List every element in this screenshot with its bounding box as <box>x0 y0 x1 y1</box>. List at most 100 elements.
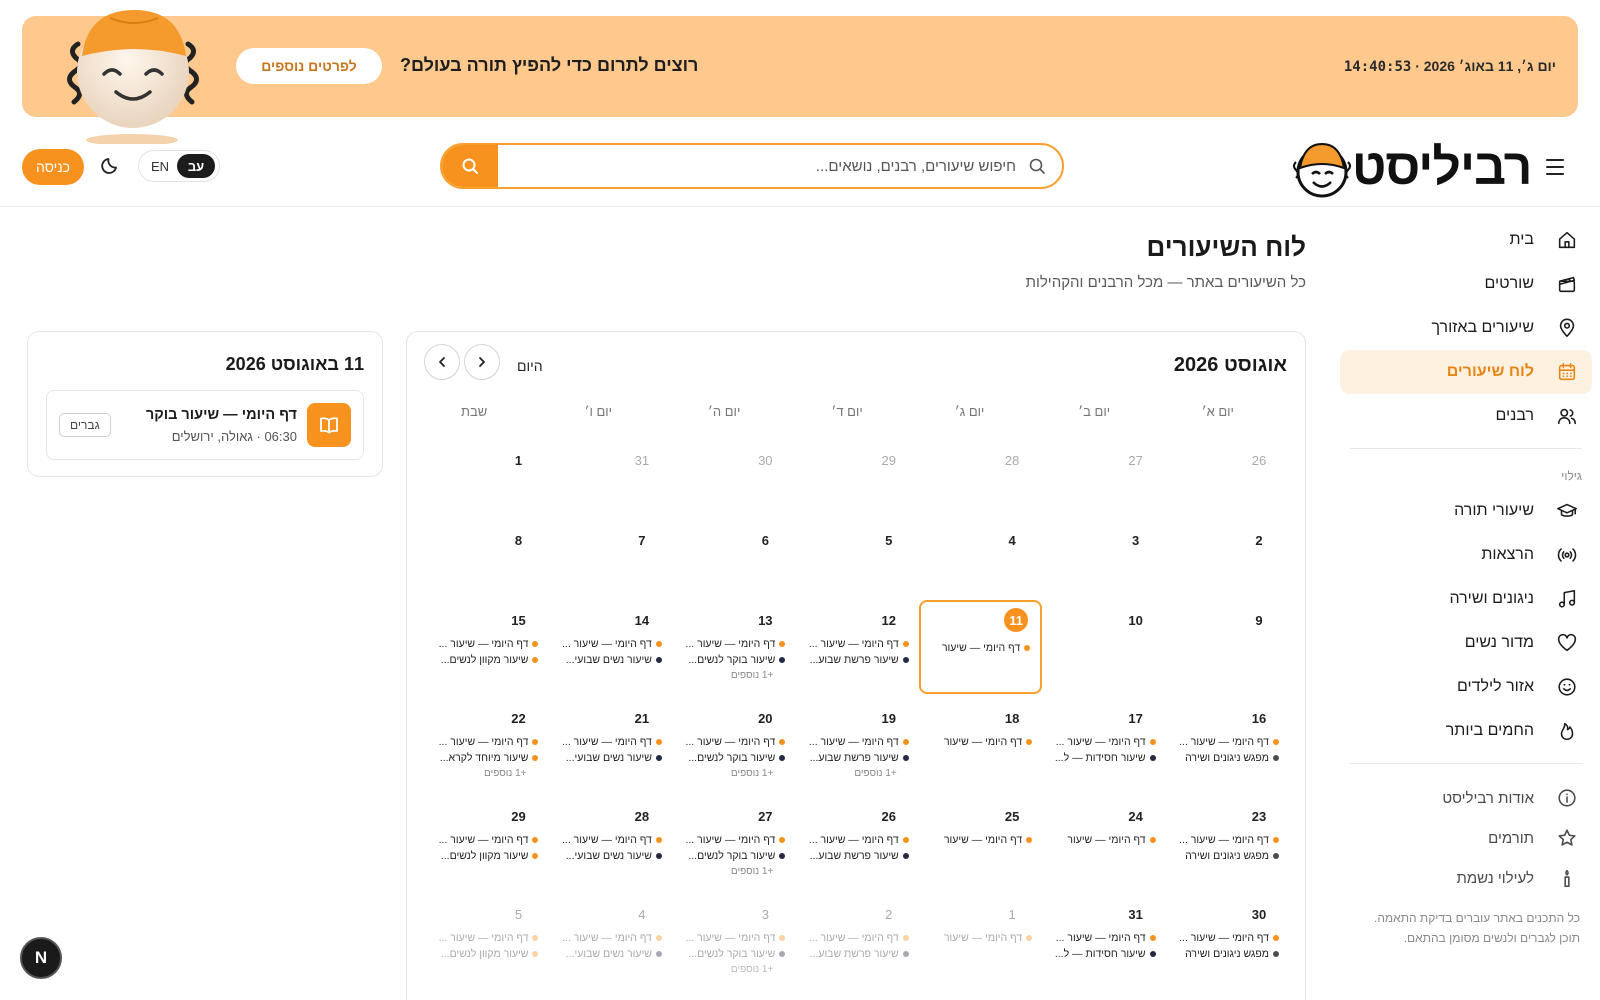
calendar-day-cell[interactable]: 27 <box>1042 438 1165 518</box>
calendar-event[interactable]: דף היומי — שיעור ... <box>434 734 539 750</box>
sidebar-item[interactable]: מדור נשים <box>1340 621 1592 665</box>
calendar-day-cell[interactable]: 1 <box>425 438 548 518</box>
calendar-event[interactable]: דף היומי — שיעור ... <box>434 636 539 652</box>
calendar-day-cell[interactable]: 12 דף היומי — שיעור ... שיעור פרשת שבוע... <box>795 598 918 696</box>
calendar-event[interactable]: שיעור בוקר לנשים... <box>681 848 786 864</box>
calendar-day-cell[interactable]: 25 דף היומי — שיעור <box>919 794 1042 892</box>
calendar-day-cell[interactable]: 1 דף היומי — שיעור <box>919 892 1042 990</box>
calendar-day-cell[interactable]: 2 דף היומי — שיעור ... שיעור פרשת שבוע... <box>795 892 918 990</box>
hamburger-menu-icon[interactable] <box>1541 154 1569 180</box>
calendar-event[interactable]: דף היומי — שיעור ... <box>558 636 662 652</box>
calendar-event[interactable]: מפגש ניגונים ושירה <box>1175 848 1279 864</box>
sidebar-item[interactable]: החמים ביותר <box>1340 709 1592 753</box>
calendar-event[interactable]: דף היומי — שיעור ... <box>681 636 786 652</box>
calendar-event[interactable]: שיעור פרשת שבוע... <box>805 652 909 668</box>
calendar-day-cell[interactable]: 9 <box>1166 598 1289 696</box>
calendar-event[interactable]: שיעור בוקר לנשים... <box>681 750 786 766</box>
calendar-day-cell[interactable]: 30 <box>672 438 795 518</box>
lang-english-option[interactable]: EN <box>145 154 175 178</box>
calendar-event[interactable]: דף היומי — שיעור ... <box>1175 734 1279 750</box>
calendar-day-cell[interactable]: 2 <box>1166 518 1289 598</box>
calendar-event[interactable]: דף היומי — שיעור ... <box>681 930 786 946</box>
calendar-day-cell[interactable]: 26 <box>1166 438 1289 518</box>
calendar-day-cell[interactable]: 29 <box>795 438 918 518</box>
calendar-event[interactable]: שיעור מקוון לנשים... <box>434 848 539 864</box>
calendar-day-cell[interactable]: 20 דף היומי — שיעור ... שיעור בוקר לנשים..… <box>672 696 795 794</box>
calendar-event[interactable]: דף היומי — שיעור <box>928 832 1033 848</box>
calendar-event[interactable]: דף היומי — שיעור ... <box>1052 734 1156 750</box>
calendar-event[interactable]: דף היומי — שיעור ... <box>805 734 909 750</box>
calendar-day-cell[interactable]: 4 דף היומי — שיעור ... שיעור נשים שבועי... <box>548 892 671 990</box>
calendar-day-cell[interactable]: 16 דף היומי — שיעור ... מפגש ניגונים ושירה <box>1166 696 1289 794</box>
calendar-event[interactable]: שיעור נשים שבועי... <box>558 946 662 962</box>
calendar-today-button[interactable]: היום <box>517 358 543 374</box>
calendar-day-cell[interactable]: 13 דף היומי — שיעור ... שיעור בוקר לנשים..… <box>672 598 795 696</box>
calendar-event[interactable]: דף היומי — שיעור ... <box>558 734 662 750</box>
calendar-event[interactable]: דף היומי — שיעור ... <box>681 832 786 848</box>
more-events-link[interactable]: +1 נוספים <box>434 766 538 782</box>
calendar-event[interactable]: שיעור פרשת שבוע... <box>805 946 909 962</box>
search-submit-button[interactable] <box>442 145 498 187</box>
calendar-day-cell[interactable]: 22 דף היומי — שיעור ... שיעור מיוחד לקרא..… <box>425 696 548 794</box>
calendar-day-cell[interactable]: 3 <box>1042 518 1165 598</box>
calendar-event[interactable]: דף היומי — שיעור <box>1052 832 1156 848</box>
lang-hebrew-option[interactable]: עב <box>177 154 215 178</box>
calendar-day-cell[interactable]: 24 דף היומי — שיעור <box>1042 794 1165 892</box>
calendar-event[interactable]: שיעור נשים שבועי... <box>558 848 662 864</box>
calendar-event[interactable]: שיעור בוקר לנשים... <box>681 946 786 962</box>
calendar-event[interactable]: דף היומי — שיעור ... <box>1175 930 1279 946</box>
nextjs-dev-badge[interactable]: N <box>20 937 62 979</box>
calendar-day-cell[interactable]: 6 <box>672 518 795 598</box>
search-input[interactable] <box>502 145 1016 187</box>
more-events-link[interactable]: +1 נוספים <box>805 766 909 782</box>
calendar-event[interactable]: שיעור מקוון לנשים... <box>434 946 539 962</box>
calendar-day-cell[interactable]: 7 <box>548 518 671 598</box>
calendar-event[interactable]: שיעור מקוון לנשים... <box>434 652 539 668</box>
calendar-event[interactable]: דף היומי — שיעור ... <box>558 930 662 946</box>
calendar-day-cell[interactable]: 28 <box>919 438 1042 518</box>
sidebar-item[interactable]: רבנים <box>1340 394 1592 438</box>
calendar-day-cell[interactable]: 23 דף היומי — שיעור ... מפגש ניגונים ושירה <box>1166 794 1289 892</box>
dark-mode-toggle[interactable] <box>98 152 124 178</box>
calendar-day-cell[interactable]: 8 <box>425 518 548 598</box>
more-events-link[interactable]: +1 נוספים <box>681 668 785 684</box>
more-events-link[interactable]: +1 נוספים <box>681 962 785 978</box>
calendar-day-cell[interactable]: 21 דף היומי — שיעור ... שיעור נשים שבועי..… <box>548 696 671 794</box>
sidebar-item[interactable]: אודות רביליסט <box>1340 778 1592 818</box>
lesson-card[interactable]: דף היומי — שיעור בוקר 06:30 · גאולה, ירו… <box>46 390 364 460</box>
calendar-day-cell[interactable]: 10 <box>1042 598 1165 696</box>
sidebar-item[interactable]: ניגונים ושירה <box>1340 577 1592 621</box>
calendar-event[interactable]: שיעור נשים שבועי... <box>558 750 662 766</box>
sidebar-item[interactable]: בית <box>1340 218 1592 262</box>
calendar-event[interactable]: שיעור חסידות — ל... <box>1052 946 1156 962</box>
calendar-day-cell[interactable]: 27 דף היומי — שיעור ... שיעור בוקר לנשים..… <box>672 794 795 892</box>
calendar-day-cell[interactable]: 3 דף היומי — שיעור ... שיעור בוקר לנשים...… <box>672 892 795 990</box>
sidebar-item[interactable]: לעילוי נשמת <box>1340 858 1592 898</box>
calendar-day-cell[interactable]: 30 דף היומי — שיעור ... מפגש ניגונים ושירה <box>1166 892 1289 990</box>
calendar-event[interactable]: דף היומי — שיעור ... <box>805 930 909 946</box>
sidebar-item[interactable]: הרצאות <box>1340 533 1592 577</box>
calendar-event[interactable]: מפגש ניגונים ושירה <box>1175 750 1279 766</box>
calendar-event[interactable]: דף היומי — שיעור ... <box>681 734 786 750</box>
calendar-event[interactable]: דף היומי — שיעור <box>926 640 1031 656</box>
calendar-day-cell[interactable]: 5 דף היומי — שיעור ... שיעור מקוון לנשים..… <box>425 892 548 990</box>
calendar-event[interactable]: שיעור נשים שבועי... <box>558 652 662 668</box>
calendar-day-cell[interactable]: 28 דף היומי — שיעור ... שיעור נשים שבועי..… <box>548 794 671 892</box>
calendar-day-cell[interactable]: 26 דף היומי — שיעור ... שיעור פרשת שבוע... <box>795 794 918 892</box>
calendar-event[interactable]: דף היומי — שיעור ... <box>434 930 539 946</box>
sidebar-item[interactable]: תורמים <box>1340 818 1592 858</box>
sidebar-item[interactable]: אזור לילדים <box>1340 665 1592 709</box>
calendar-event[interactable]: שיעור מיוחד לקרא... <box>434 750 539 766</box>
login-button[interactable]: כניסה <box>22 149 84 185</box>
calendar-day-cell[interactable]: 29 דף היומי — שיעור ... שיעור מקוון לנשים.… <box>425 794 548 892</box>
calendar-event[interactable]: שיעור בוקר לנשים... <box>681 652 786 668</box>
calendar-event[interactable]: דף היומי — שיעור <box>928 930 1033 946</box>
calendar-next-month-button[interactable] <box>464 344 500 380</box>
calendar-event[interactable]: מפגש ניגונים ושירה <box>1175 946 1279 962</box>
calendar-event[interactable]: שיעור חסידות — ל... <box>1052 750 1156 766</box>
more-events-link[interactable]: +1 נוספים <box>681 766 785 782</box>
calendar-event[interactable]: שיעור פרשת שבוע... <box>805 750 909 766</box>
calendar-day-cell[interactable]: 18 דף היומי — שיעור <box>919 696 1042 794</box>
calendar-event[interactable]: דף היומי — שיעור ... <box>1175 832 1279 848</box>
calendar-prev-month-button[interactable] <box>424 344 460 380</box>
